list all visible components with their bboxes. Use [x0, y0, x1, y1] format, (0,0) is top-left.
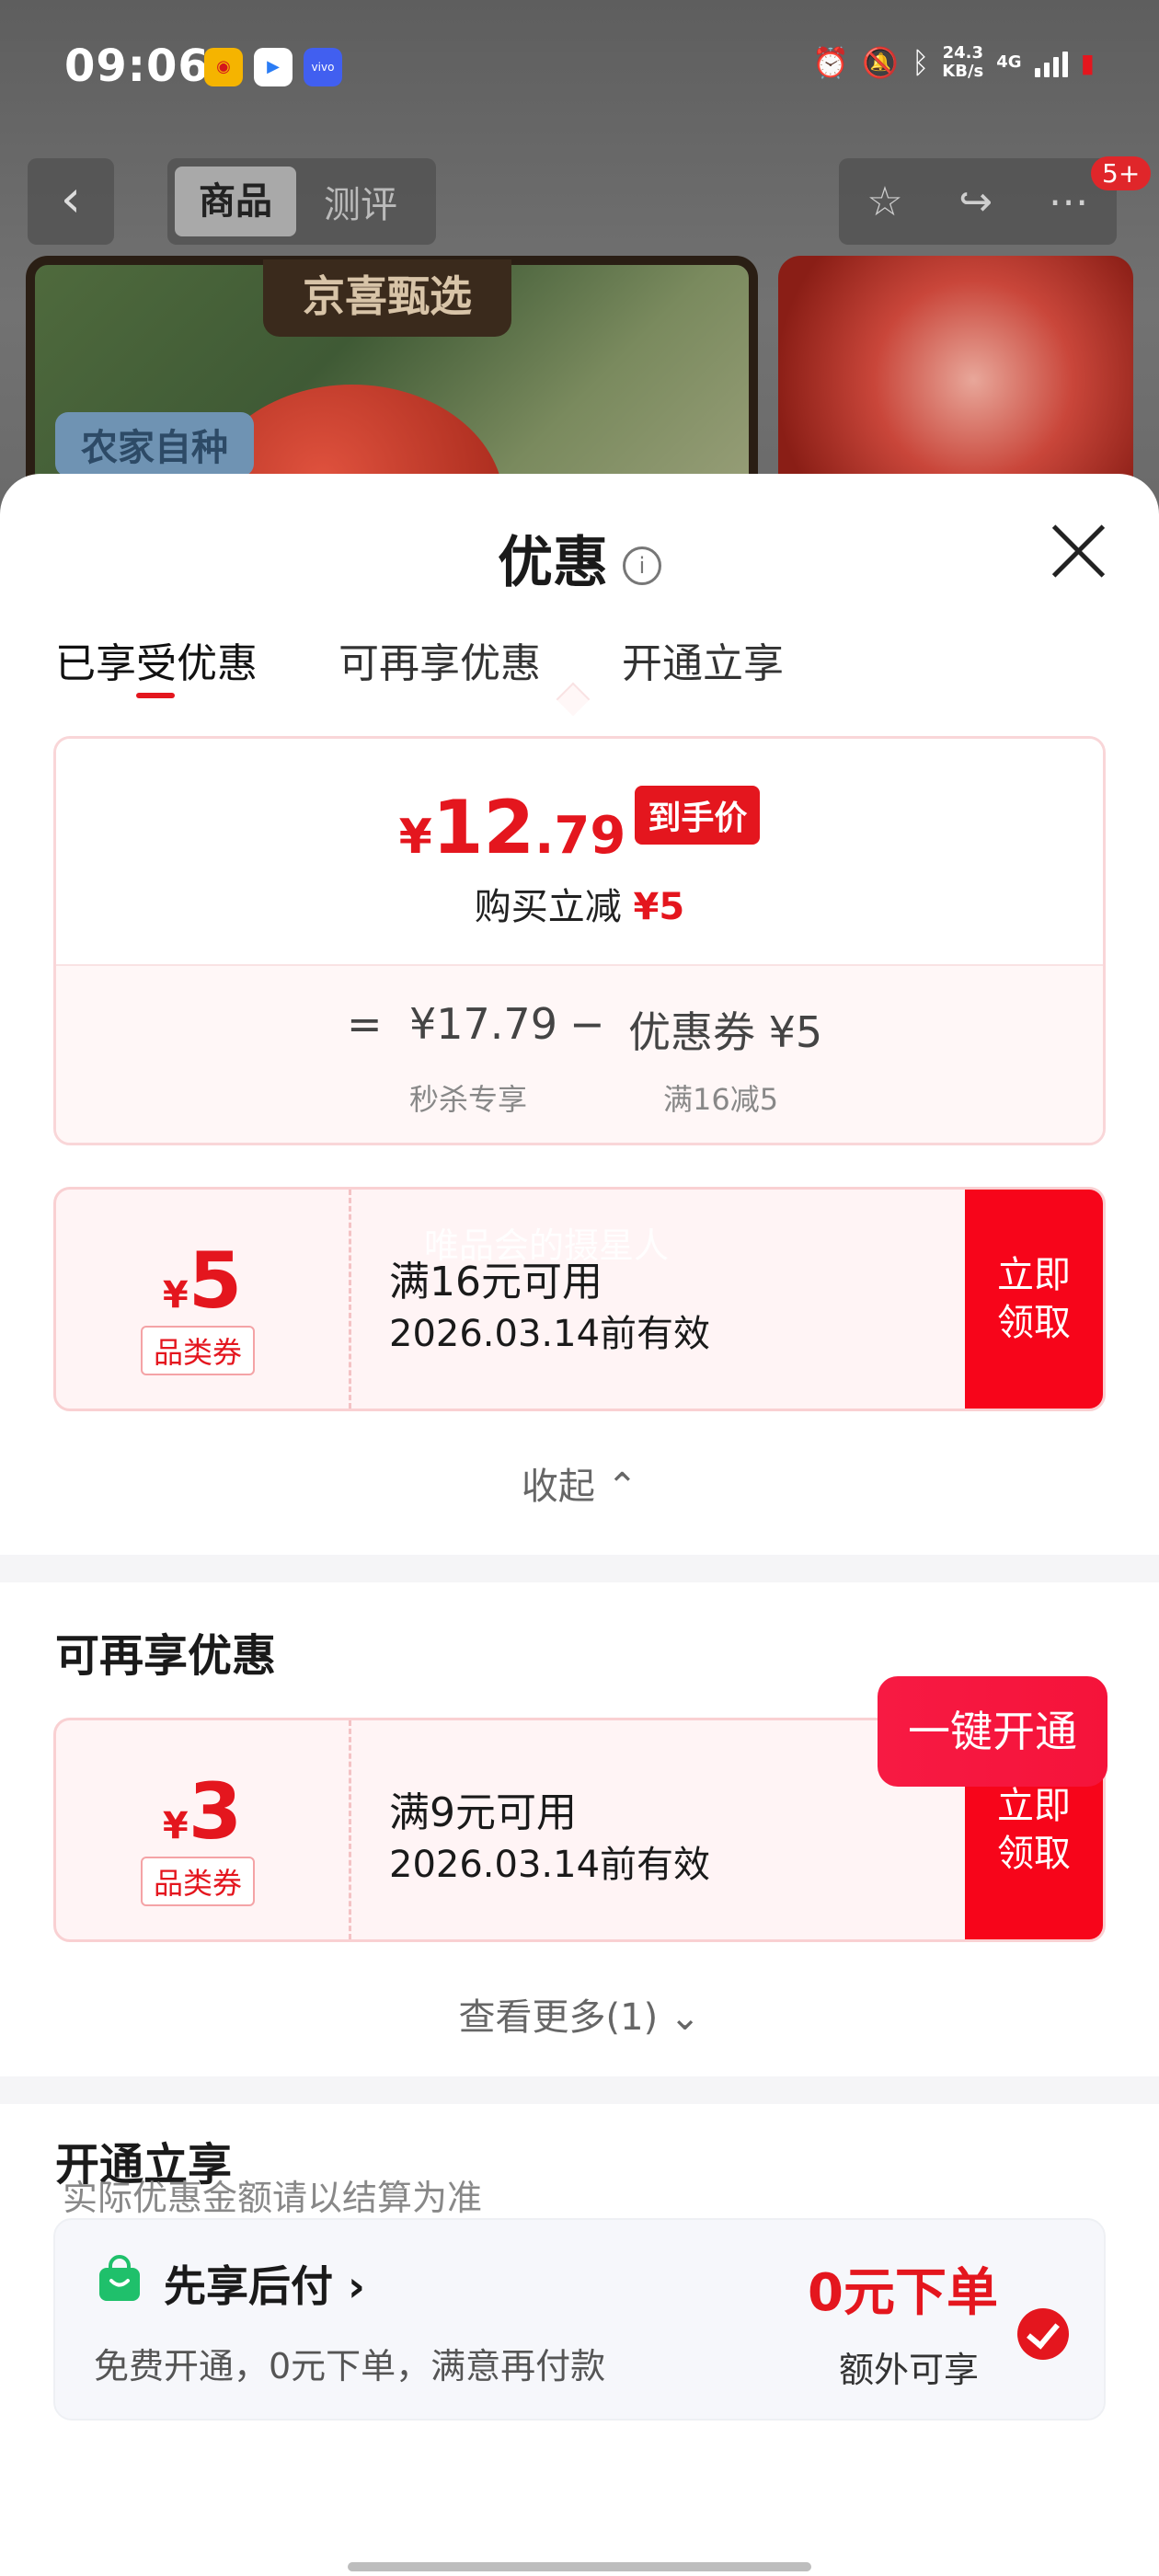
coupon-divider: [349, 1720, 351, 1939]
check-icon[interactable]: [1017, 2308, 1069, 2360]
share-icon[interactable]: ↪: [958, 178, 993, 225]
minus-sign: −: [569, 999, 605, 1049]
mute-icon: 🔕: [862, 45, 900, 80]
status-bar: 09:06 ◉ ▶ vivo ⏰ 🔕 ᛒ 24.3 KB/s 4G ▮: [0, 0, 1159, 138]
coupon-card: ¥5 品类券 唯品会的摄星人 满16元可用 2026.03.14前有效 立即 领…: [53, 1187, 1106, 1411]
vivo-icon: vivo: [304, 48, 342, 86]
final-price-int: 12: [431, 785, 535, 870]
one-click-open-button[interactable]: 一键开通: [878, 1676, 1107, 1787]
shopping-bag-icon: [99, 2255, 140, 2301]
price-breakdown: = ¥17.79 − 优惠券 ¥5 秒杀专享 满16减5: [56, 964, 1103, 1143]
tab-open[interactable]: 开通立享: [622, 630, 784, 689]
signal-icon: [1034, 48, 1068, 77]
coupon-type: 品类券: [141, 1326, 256, 1375]
claim-label: 立即 领取: [997, 1785, 1071, 1875]
reduce-line: 购买立减 ¥5: [56, 877, 1103, 930]
claim-coupon-button[interactable]: 立即 领取: [965, 1190, 1103, 1409]
pay-later-desc: 免费开通，0元下单，满意再付款: [94, 2346, 606, 2386]
collapse-button[interactable]: 收起 ⌃: [0, 1456, 1159, 1510]
coupon-condition: 满9元可用: [389, 1789, 577, 1836]
coupon-condition: 满16元可用: [389, 1259, 602, 1305]
tab-enjoyed[interactable]: 已享受优惠: [55, 630, 258, 698]
battery-icon: ▮: [1080, 47, 1095, 78]
section-gap: [0, 1555, 1159, 1582]
more-section-title: 可再享优惠: [55, 1630, 277, 1682]
status-time: 09:06: [64, 40, 210, 92]
back-button[interactable]: ‹: [28, 158, 114, 245]
coupon-value: 3: [188, 1766, 243, 1857]
discount-tabs: 已享受优惠 可再享优惠 开通立享: [55, 630, 784, 698]
final-price-dec: .79: [534, 806, 626, 866]
network-type: 4G: [996, 52, 1022, 72]
pay-later-card[interactable]: 先享后付 › 免费开通，0元下单，满意再付款 0元下单 额外可享: [53, 2218, 1106, 2421]
coupon-value: 5: [188, 1236, 243, 1326]
coupon-divider: [349, 1190, 351, 1409]
farm-tag: 农家自种: [55, 412, 254, 477]
currency-symbol: ¥: [398, 810, 432, 865]
more-icon[interactable]: ⋯: [1049, 178, 1089, 225]
section-gap: [0, 2076, 1159, 2104]
original-price-sub: 秒杀专享: [409, 1082, 528, 1117]
coupon-currency: ¥: [162, 1274, 189, 1317]
weibo-icon: ◉: [204, 48, 243, 86]
price-summary-card: ¥12.79 到手价 购买立减 ¥5 = ¥17.79 − 优惠券 ¥5 秒杀专享…: [53, 736, 1106, 1145]
final-price: ¥12.79 到手价: [56, 785, 1103, 870]
brand-label: 京喜甄选: [263, 259, 511, 337]
coupon-type: 品类券: [141, 1857, 256, 1906]
chevron-left-icon: ‹: [60, 169, 82, 229]
coupon-validity: 2026.03.14前有效: [389, 1844, 711, 1886]
original-price: ¥17.79: [409, 999, 557, 1049]
extra-benefit: 额外可享: [839, 2350, 980, 2390]
reduce-label: 购买立减: [474, 886, 622, 928]
message-badge: 5+: [1091, 156, 1152, 190]
tab-more[interactable]: 可再享优惠: [339, 630, 541, 689]
coupon-amount: ¥5: [56, 1236, 349, 1326]
tab-goods[interactable]: 商品: [175, 167, 296, 236]
net-speed-value: 24.3: [942, 43, 983, 63]
nav-actions: ☆ ↪ ⋯: [839, 158, 1117, 245]
status-indicators: ⏰ 🔕 ᛒ 24.3 KB/s 4G ▮: [812, 44, 1095, 81]
final-price-tag: 到手价: [635, 786, 761, 845]
coupon-currency: ¥: [162, 1805, 189, 1847]
claim-label: 立即 领取: [997, 1254, 1071, 1344]
equals-sign: =: [347, 999, 383, 1049]
bluetooth-icon: ᛒ: [912, 45, 930, 80]
coupon-deduction: 优惠券 ¥5: [628, 1007, 823, 1057]
page-tabs: 商品 测评: [167, 158, 436, 245]
discount-sheet: 优惠 i 已享受优惠 可再享优惠 开通立享 ¥12.79 到手价 购买立减 ¥5 =…: [0, 474, 1159, 2576]
star-icon[interactable]: ☆: [866, 178, 902, 225]
zero-order-highlight: 0元下单: [808, 2263, 998, 2323]
see-more-button[interactable]: 查看更多(1) ⌄: [0, 1987, 1159, 2041]
sheet-title-text: 优惠: [498, 531, 608, 595]
settlement-hint: 实际优惠金额请以结算为准: [63, 2178, 483, 2218]
tab-review[interactable]: 测评: [296, 175, 425, 228]
net-speed-unit: KB/s: [942, 62, 984, 81]
coupon-validity: 2026.03.14前有效: [389, 1313, 711, 1355]
net-speed: 24.3 KB/s: [942, 44, 983, 81]
reduce-amount: ¥5: [633, 886, 685, 928]
home-indicator[interactable]: [348, 2562, 811, 2571]
pay-later-title: 先享后付 ›: [164, 2261, 365, 2311]
close-button[interactable]: [1049, 522, 1107, 581]
coupon-amount: ¥3: [56, 1766, 349, 1857]
info-icon[interactable]: i: [623, 546, 661, 586]
coupon-deduction-sub: 满16减5: [663, 1082, 779, 1117]
video-app-icon: ▶: [254, 48, 293, 86]
alarm-icon: ⏰: [812, 45, 850, 80]
sheet-title: 优惠 i: [0, 518, 1159, 598]
